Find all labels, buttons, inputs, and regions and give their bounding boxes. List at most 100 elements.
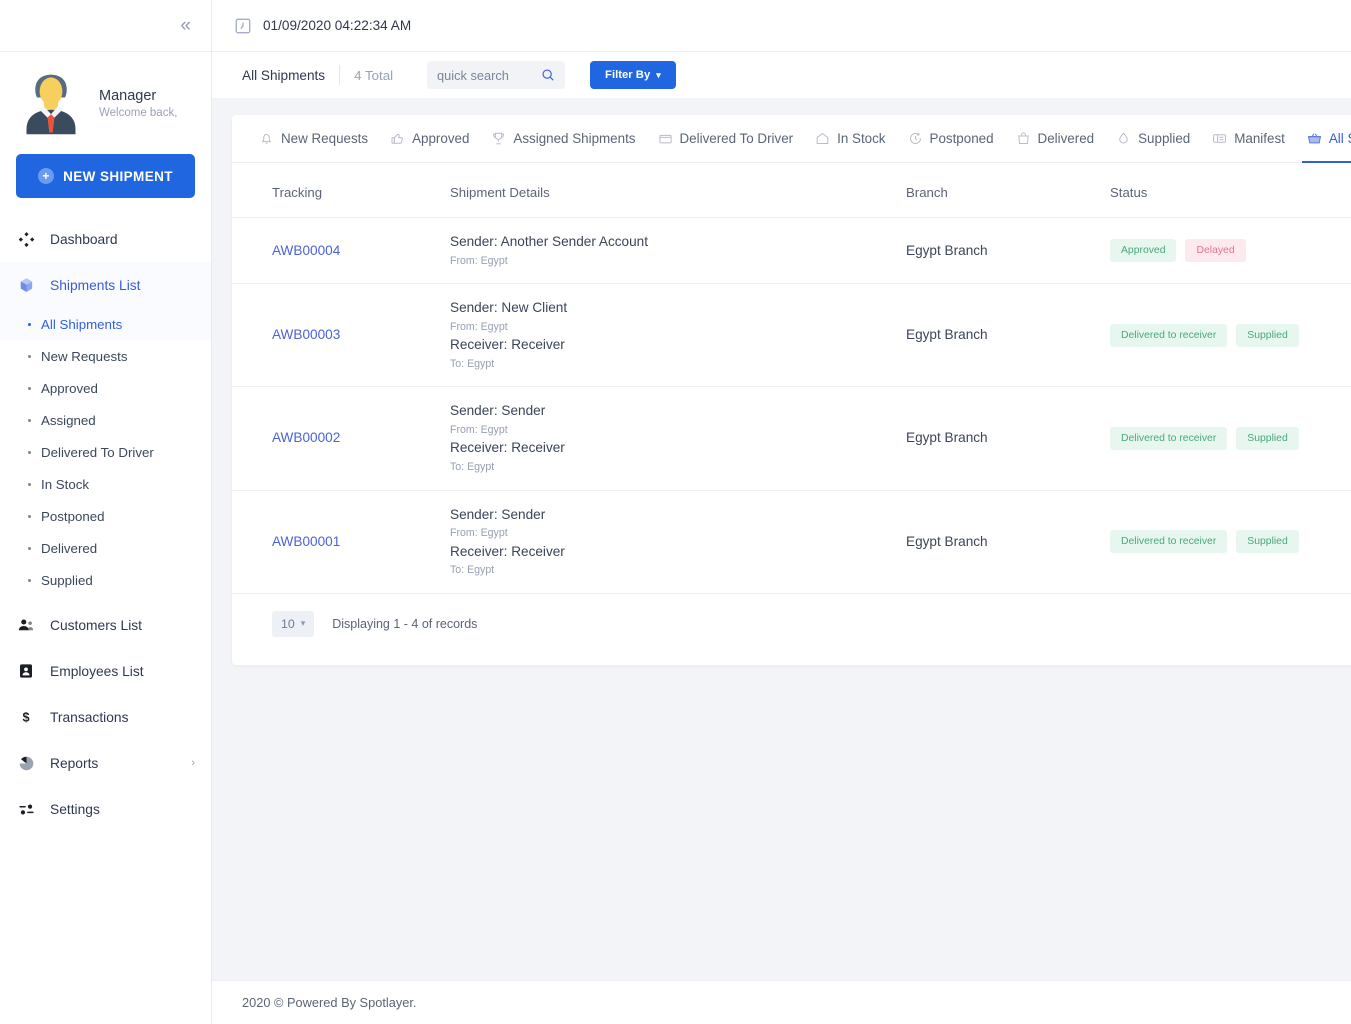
tracking-link[interactable]: AWB00002 xyxy=(272,430,340,445)
tab-in-stock[interactable]: In Stock xyxy=(804,115,896,163)
tab-delivered[interactable]: Delivered xyxy=(1005,115,1106,163)
sidebar-subitem-all-shipments[interactable]: All Shipments xyxy=(0,308,211,340)
cell-status: Delivered to receiver Supplied xyxy=(1110,490,1351,593)
cell-branch: Egypt Branch xyxy=(906,490,1110,593)
dashboard-icon xyxy=(16,231,36,248)
sidebar-subitem-label: Delivered xyxy=(41,541,97,556)
shipment-status-tabs: New Requests Approved Assigned Shipments… xyxy=(232,115,1351,163)
sidebar-item-customers-list[interactable]: Customers List xyxy=(0,602,211,648)
status-badges: Delivered to receiver Supplied xyxy=(1110,427,1351,450)
tab-postponed[interactable]: Postponed xyxy=(897,115,1005,163)
sender-name: Sender: Sender xyxy=(450,401,906,421)
shipments-cube-icon xyxy=(16,277,36,294)
table-header-row: Tracking Shipment Details Branch Status xyxy=(232,163,1351,218)
svg-text:$: $ xyxy=(22,710,29,724)
sidebar-item-dashboard[interactable]: Dashboard xyxy=(0,216,211,262)
sidebar-subitem-supplied[interactable]: Supplied xyxy=(0,564,211,596)
cell-branch: Egypt Branch xyxy=(906,387,1110,490)
footer-text: 2020 © Powered By Spotlayer. xyxy=(242,995,416,1010)
sidebar-subitem-in-stock[interactable]: In Stock xyxy=(0,468,211,500)
search-input[interactable] xyxy=(437,68,541,83)
sidebar-subitem-approved[interactable]: Approved xyxy=(0,372,211,404)
records-summary: Displaying 1 - 4 of records xyxy=(332,617,477,631)
sender-origin: From: Egypt xyxy=(450,422,906,438)
trophy-icon xyxy=(491,131,506,146)
current-datetime: 01/09/2020 04:22:34 AM xyxy=(263,18,411,33)
tab-label: New Requests xyxy=(281,131,368,146)
sidebar-item-reports[interactable]: Reports › xyxy=(0,740,211,786)
top-bar: 01/09/2020 04:22:34 AM xyxy=(212,0,1351,52)
tab-manifest[interactable]: Manifest xyxy=(1201,115,1296,163)
chevron-down-icon: ▾ xyxy=(301,618,306,629)
tab-delivered-to-driver[interactable]: Delivered To Driver xyxy=(647,115,805,163)
table-row[interactable]: AWB00001 Sender: Sender From: Egypt Rece… xyxy=(232,490,1351,593)
thumbs-up-icon xyxy=(390,131,405,146)
bullet-icon xyxy=(28,547,31,550)
status-badge: Delivered to receiver xyxy=(1110,427,1227,450)
shipments-card: New Requests Approved Assigned Shipments… xyxy=(232,115,1351,665)
table-head: Tracking Shipment Details Branch Status xyxy=(232,163,1351,218)
branch-name: Egypt Branch xyxy=(906,243,988,258)
page-size-select[interactable]: 10 ▾ xyxy=(272,611,314,637)
sender-name: Sender: Sender xyxy=(450,505,906,525)
shipments-sub-list: All Shipments New Requests Approved Assi… xyxy=(0,308,211,602)
status-badge: Supplied xyxy=(1236,530,1298,553)
branch-name: Egypt Branch xyxy=(906,430,988,445)
column-header-details: Shipment Details xyxy=(450,163,906,218)
search-icon[interactable] xyxy=(541,68,555,82)
sidebar-subitem-new-requests[interactable]: New Requests xyxy=(0,340,211,372)
profile-subtitle: Welcome back, xyxy=(99,107,177,119)
search-box[interactable] xyxy=(427,61,565,89)
sidebar-item-employees-list[interactable]: Employees List xyxy=(0,648,211,694)
footer: 2020 © Powered By Spotlayer. xyxy=(212,980,1351,1024)
cell-details: Sender: Another Sender Account From: Egy… xyxy=(450,218,906,284)
sidebar-subitem-label: New Requests xyxy=(41,349,127,364)
receiver-dest: To: Egypt xyxy=(450,356,906,372)
dollar-icon: $ xyxy=(16,709,36,725)
basket-icon xyxy=(1307,131,1322,146)
tab-all-shipments[interactable]: All Shipments xyxy=(1296,115,1351,163)
table-row[interactable]: AWB00003 Sender: New Client From: Egypt … xyxy=(232,284,1351,387)
sidebar-subitem-delivered[interactable]: Delivered xyxy=(0,532,211,564)
tracking-link[interactable]: AWB00004 xyxy=(272,243,340,258)
sidebar-item-label: Customers List xyxy=(50,618,142,633)
sidebar-item-shipments-list[interactable]: Shipments List ⱟ xyxy=(0,262,211,308)
status-badge: Supplied xyxy=(1236,324,1298,347)
status-badge: Supplied xyxy=(1236,427,1298,450)
bullet-icon xyxy=(28,419,31,422)
bullet-icon xyxy=(28,515,31,518)
table-row[interactable]: AWB00002 Sender: Sender From: Egypt Rece… xyxy=(232,387,1351,490)
status-badge: Delivered to receiver xyxy=(1110,530,1227,553)
sidebar-subitem-label: Postponed xyxy=(41,509,105,524)
sidebar-item-transactions[interactable]: $ Transactions xyxy=(0,694,211,740)
avatar xyxy=(16,66,86,136)
sender-origin: From: Egypt xyxy=(450,319,906,335)
filter-by-label: Filter By xyxy=(605,69,650,81)
sidebar-subitem-delivered-to-driver[interactable]: Delivered To Driver xyxy=(0,436,211,468)
sidebar-subitem-label: Delivered To Driver xyxy=(41,445,154,460)
table-row[interactable]: AWB00004 Sender: Another Sender Account … xyxy=(232,218,1351,284)
tab-assigned-shipments[interactable]: Assigned Shipments xyxy=(480,115,646,163)
sidebar-subitem-assigned[interactable]: Assigned xyxy=(0,404,211,436)
tab-approved[interactable]: Approved xyxy=(379,115,480,163)
new-shipment-button[interactable]: + NEW SHIPMENT xyxy=(16,154,195,198)
filter-by-button[interactable]: Filter By ▾ xyxy=(590,61,676,89)
drop-icon xyxy=(1116,131,1131,146)
sidebar-subitem-label: Assigned xyxy=(41,413,96,428)
sidebar-item-settings[interactable]: Settings xyxy=(0,786,211,832)
bullet-icon xyxy=(28,387,31,390)
tab-supplied[interactable]: Supplied xyxy=(1105,115,1201,163)
status-badges: Delivered to receiver Supplied xyxy=(1110,324,1351,347)
sidebar-item-label: Reports xyxy=(50,756,98,771)
receiver-name: Receiver: Receiver xyxy=(450,542,906,562)
cell-status: Delivered to receiver Supplied xyxy=(1110,387,1351,490)
sidebar-subitem-postponed[interactable]: Postponed xyxy=(0,500,211,532)
sender-name: Sender: New Client xyxy=(450,298,906,318)
chevrons-left-icon[interactable]: « xyxy=(180,16,189,35)
tracking-link[interactable]: AWB00001 xyxy=(272,534,340,549)
tracking-link[interactable]: AWB00003 xyxy=(272,327,340,342)
sidebar: « Manager Welcome back, + NEW SHIPMENT D… xyxy=(0,0,212,1024)
tab-label: Manifest xyxy=(1234,131,1285,146)
tab-new-requests[interactable]: New Requests xyxy=(248,115,379,163)
sidebar-item-label: Shipments List xyxy=(50,278,141,293)
